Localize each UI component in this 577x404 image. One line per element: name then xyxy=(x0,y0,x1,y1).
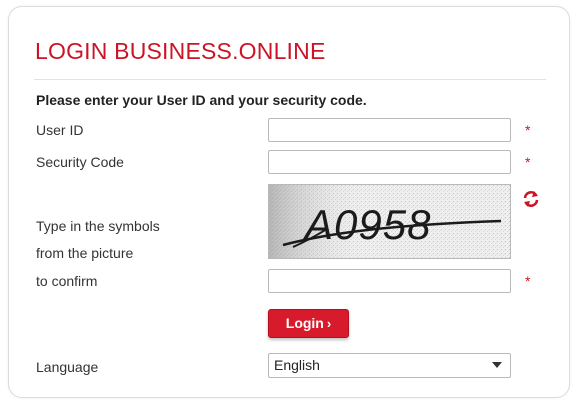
language-selected-value: English xyxy=(274,357,320,373)
user-id-input[interactable] xyxy=(268,118,511,142)
captcha-label-line3: to confirm xyxy=(36,273,98,289)
security-code-label: Security Code xyxy=(36,154,124,170)
title-divider xyxy=(34,79,546,80)
refresh-icon[interactable] xyxy=(521,189,541,209)
language-select[interactable]: English xyxy=(268,353,511,378)
user-id-label: User ID xyxy=(36,122,84,138)
caret-down-icon xyxy=(492,362,502,368)
page-title: LOGIN BUSINESS.ONLINE xyxy=(35,38,326,64)
captcha-image: A0958 xyxy=(268,184,511,259)
security-code-input[interactable] xyxy=(268,150,511,174)
captcha-input[interactable] xyxy=(268,269,511,293)
captcha-graphic: A0958 xyxy=(269,185,510,258)
user-id-required-marker: * xyxy=(525,122,531,138)
instruction-text: Please enter your User ID and your secur… xyxy=(36,92,367,108)
language-label: Language xyxy=(36,359,99,375)
captcha-text: A0958 xyxy=(302,201,431,248)
captcha-label-line1: Type in the symbols xyxy=(36,218,160,234)
chevron-right-icon: › xyxy=(326,316,332,331)
captcha-required-marker: * xyxy=(525,273,531,289)
login-button-label: Login xyxy=(285,315,324,331)
login-button[interactable]: Login › xyxy=(268,309,349,338)
security-code-required-marker: * xyxy=(525,154,531,170)
captcha-label-line2: from the picture xyxy=(36,245,134,261)
